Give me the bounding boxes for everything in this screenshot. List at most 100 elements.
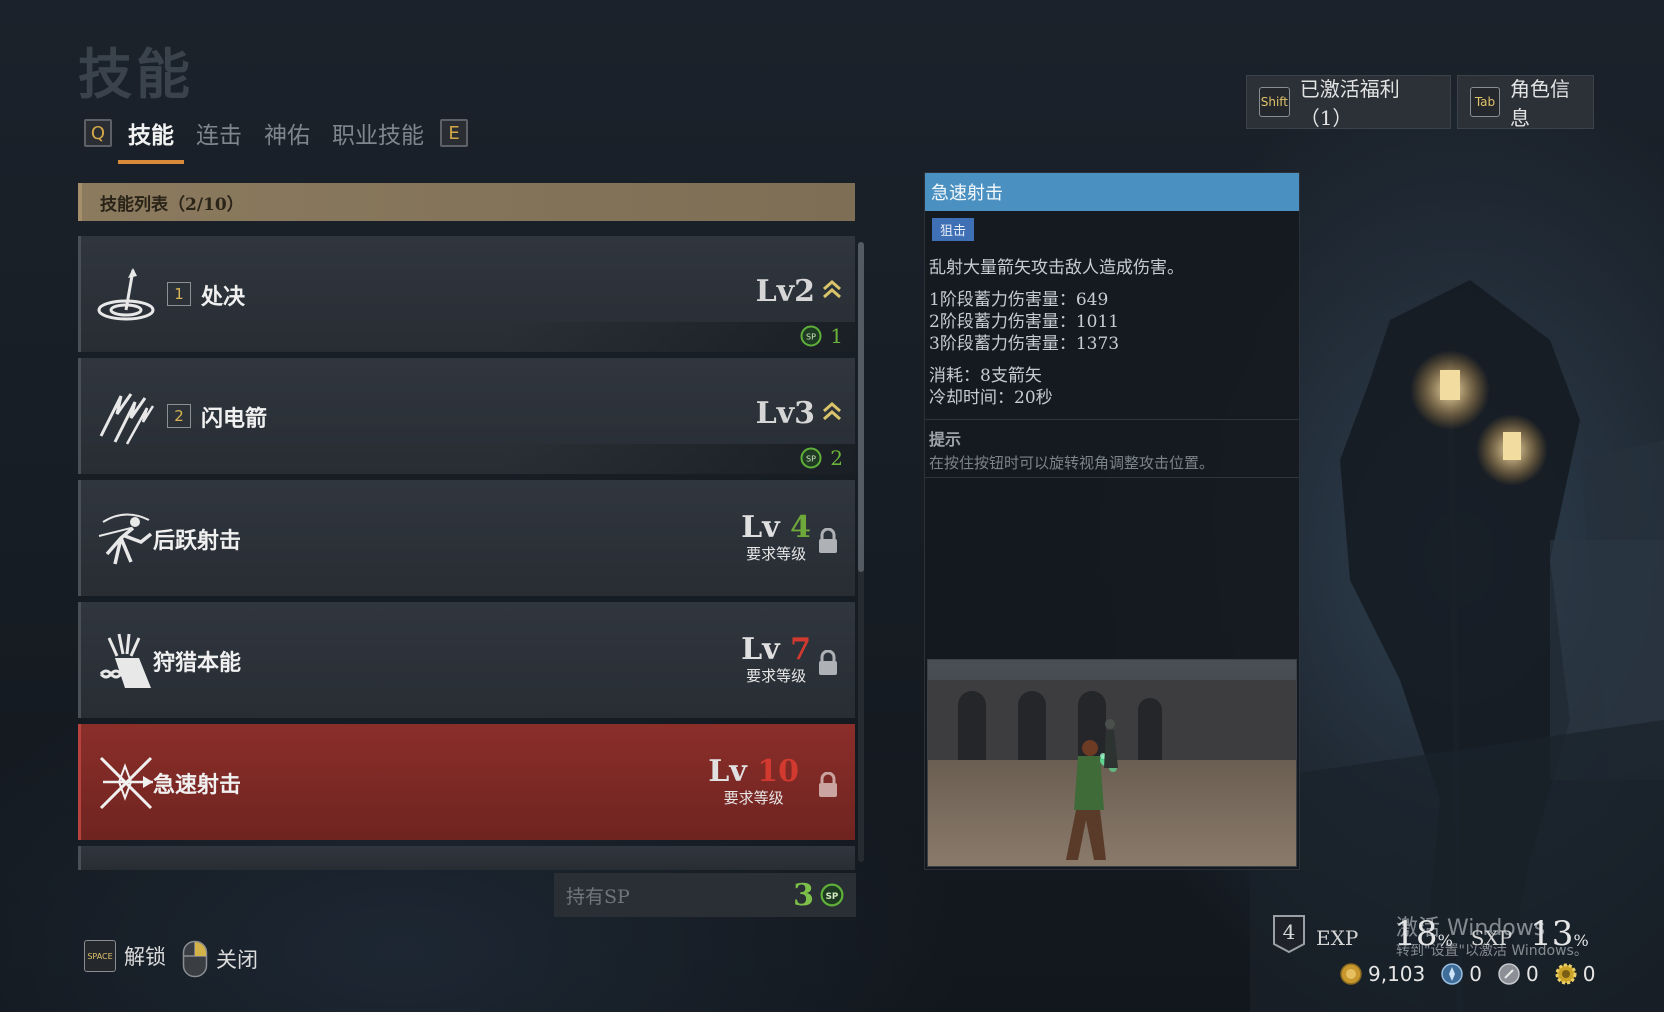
stat-line: 2阶段蓄力伤害量：1011 — [929, 312, 1120, 332]
sp-holder-label: 持有SP — [566, 885, 630, 908]
level-up-icon[interactable] — [823, 280, 841, 302]
required-level-label: 要求等级 — [746, 545, 807, 563]
windows-activation-watermark: 激活 Windows 转到"设置"以激活 Windows。 — [1396, 910, 1588, 960]
crystal-value: 0 — [1469, 962, 1482, 986]
gear-value: 0 — [1582, 962, 1596, 986]
svg-text:SP: SP — [806, 455, 816, 464]
required-level: Lv 7 要求等级 — [741, 632, 811, 686]
skill-level: Lv3 — [755, 396, 815, 431]
skill-row-partial[interactable] — [78, 846, 855, 870]
detail-stats: 1阶段蓄力伤害量：649 2阶段蓄力伤害量：1011 3阶段蓄力伤害量：1373 — [929, 289, 1293, 355]
page-title: 技能 — [78, 42, 194, 106]
unlock-label: 解锁 — [124, 945, 166, 969]
skill-preview-video — [927, 659, 1297, 867]
watermark-line2: 转到"设置"以激活 Windows。 — [1396, 943, 1588, 959]
sp-cost-value: 2 — [830, 446, 843, 470]
skill-row-rapid-shot[interactable]: 急速射击 Lv 10 要求等级 — [78, 724, 855, 840]
perks-button[interactable]: Shift 已激活福利（1） — [1246, 75, 1451, 130]
detail-body: 乱射大量箭矢攻击敌人造成伤害。 1阶段蓄力伤害量：649 2阶段蓄力伤害量：10… — [925, 241, 1299, 409]
background-scene — [1250, 160, 1664, 1012]
target-arrow-icon — [97, 268, 155, 321]
detail-description: 乱射大量箭矢攻击敌人造成伤害。 — [929, 258, 1184, 278]
svg-text:4: 4 — [1283, 920, 1296, 944]
skill-name: 狩猎本能 — [153, 650, 242, 676]
next-tab-key[interactable]: E — [440, 119, 468, 147]
tab-blessing[interactable]: 神佑 — [264, 110, 310, 156]
required-level-value: 4 — [790, 510, 811, 545]
close-hint[interactable]: 关闭 — [182, 940, 258, 978]
required-level-value: 10 — [757, 754, 799, 789]
skill-name: 闪电箭 — [201, 406, 268, 432]
unlock-hint[interactable]: SPACE 解锁 — [84, 940, 166, 972]
scrollbar-thumb[interactable] — [858, 242, 864, 572]
level-up-icon[interactable] — [823, 402, 841, 424]
svg-text:SP: SP — [826, 892, 839, 902]
detail-cost: 消耗：8支箭矢 冷却时间：20秒 — [929, 365, 1293, 409]
tab-class-skills[interactable]: 职业技能 — [332, 110, 424, 156]
tip-text: 在按住按钮时可以旋转视角调整攻击位置。 — [929, 454, 1215, 472]
gold-coin-icon — [1340, 963, 1362, 985]
silver-currency: 0 — [1498, 962, 1539, 986]
level-badge-icon: 4 — [1273, 915, 1305, 954]
shift-key-icon: Shift — [1259, 87, 1290, 117]
sp-holder: 持有SP 3 SP — [554, 873, 856, 917]
stat-line: 3阶段蓄力伤害量：1373 — [929, 334, 1120, 354]
mouse-icon — [182, 940, 208, 978]
character-info-button[interactable]: Tab 角色信息 — [1457, 75, 1594, 130]
silver-value: 0 — [1526, 962, 1539, 986]
skill-row-hunting-instinct[interactable]: 狩猎本能 Lv 7 要求等级 — [78, 602, 855, 718]
skill-type-tag: 狙击 — [932, 218, 975, 241]
space-key-icon: SPACE — [84, 940, 116, 972]
skill-level: Lv2 — [755, 274, 815, 309]
sp-icon: SP — [820, 883, 844, 907]
tab-combo[interactable]: 连击 — [196, 110, 242, 156]
skill-row-lightning-arrow[interactable]: 2 闪电箭 Lv3 SP 2 — [78, 358, 855, 474]
skill-row-back-jump-shot[interactable]: 后跃射击 Lv 4 要求等级 — [78, 480, 855, 596]
silver-coin-icon — [1498, 963, 1520, 985]
sp-holder-value: 3 — [793, 877, 814, 913]
skill-list: 1 处决 Lv2 SP 1 2 闪电箭 Lv3 SP 2 后跃射击 Lv 4 要… — [78, 236, 855, 871]
lightning-arrows-icon — [99, 393, 155, 445]
exp-label: EXP — [1316, 926, 1359, 950]
sp-cost: SP 1 — [800, 324, 843, 348]
crystal-coin-icon — [1441, 963, 1464, 985]
tip-section: 提示 在按住按钮时可以旋转视角调整攻击位置。 — [925, 419, 1299, 478]
prev-tab-key[interactable]: Q — [84, 119, 112, 147]
slot-number: 2 — [167, 404, 191, 428]
gold-value: 9,103 — [1368, 962, 1426, 986]
skill-name: 处决 — [201, 284, 246, 310]
sp-cost: SP 2 — [800, 446, 843, 470]
lock-icon — [819, 650, 837, 675]
svg-text:SP: SP — [806, 333, 816, 342]
slot-number: 1 — [167, 282, 191, 306]
required-level-label: 要求等级 — [746, 667, 807, 685]
lv-prefix: Lv — [708, 754, 747, 789]
sp-icon: SP — [800, 325, 822, 347]
crystal-currency: 0 — [1441, 962, 1482, 986]
required-level: Lv 10 要求等级 — [708, 754, 799, 808]
skill-row-execute[interactable]: 1 处决 Lv2 SP 1 — [78, 236, 855, 352]
lock-icon — [819, 528, 837, 553]
currency-row: 9,103 0 0 0 — [1340, 962, 1605, 986]
tab-bar: Q 技能 连击 神佑 职业技能 E — [84, 110, 468, 164]
required-level-label: 要求等级 — [723, 789, 784, 807]
stat-line: 1阶段蓄力伤害量：649 — [929, 290, 1109, 310]
perks-label: 已激活福利（1） — [1299, 77, 1400, 130]
skill-name: 后跃射击 — [153, 528, 242, 554]
watermark-line1: 激活 Windows — [1396, 916, 1546, 941]
cooldown-line: 冷却时间：20秒 — [929, 388, 1053, 408]
gold-currency: 9,103 — [1340, 962, 1425, 986]
required-level-value: 7 — [790, 632, 811, 667]
tab-skills[interactable]: 技能 — [118, 110, 184, 164]
crossed-arrows-icon — [99, 756, 153, 810]
cost-line: 消耗：8支箭矢 — [929, 366, 1042, 386]
required-level: Lv 4 要求等级 — [741, 510, 811, 564]
hunting-instinct-icon — [99, 633, 151, 688]
sp-icon: SP — [800, 447, 822, 469]
gear-coin-icon — [1555, 963, 1577, 985]
tip-title: 提示 — [929, 430, 962, 449]
leaping-archer-icon — [98, 513, 153, 565]
lv-prefix: Lv — [741, 632, 780, 667]
detail-title: 急速射击 — [925, 173, 1299, 211]
character-info-label: 角色信息 — [1510, 77, 1570, 130]
